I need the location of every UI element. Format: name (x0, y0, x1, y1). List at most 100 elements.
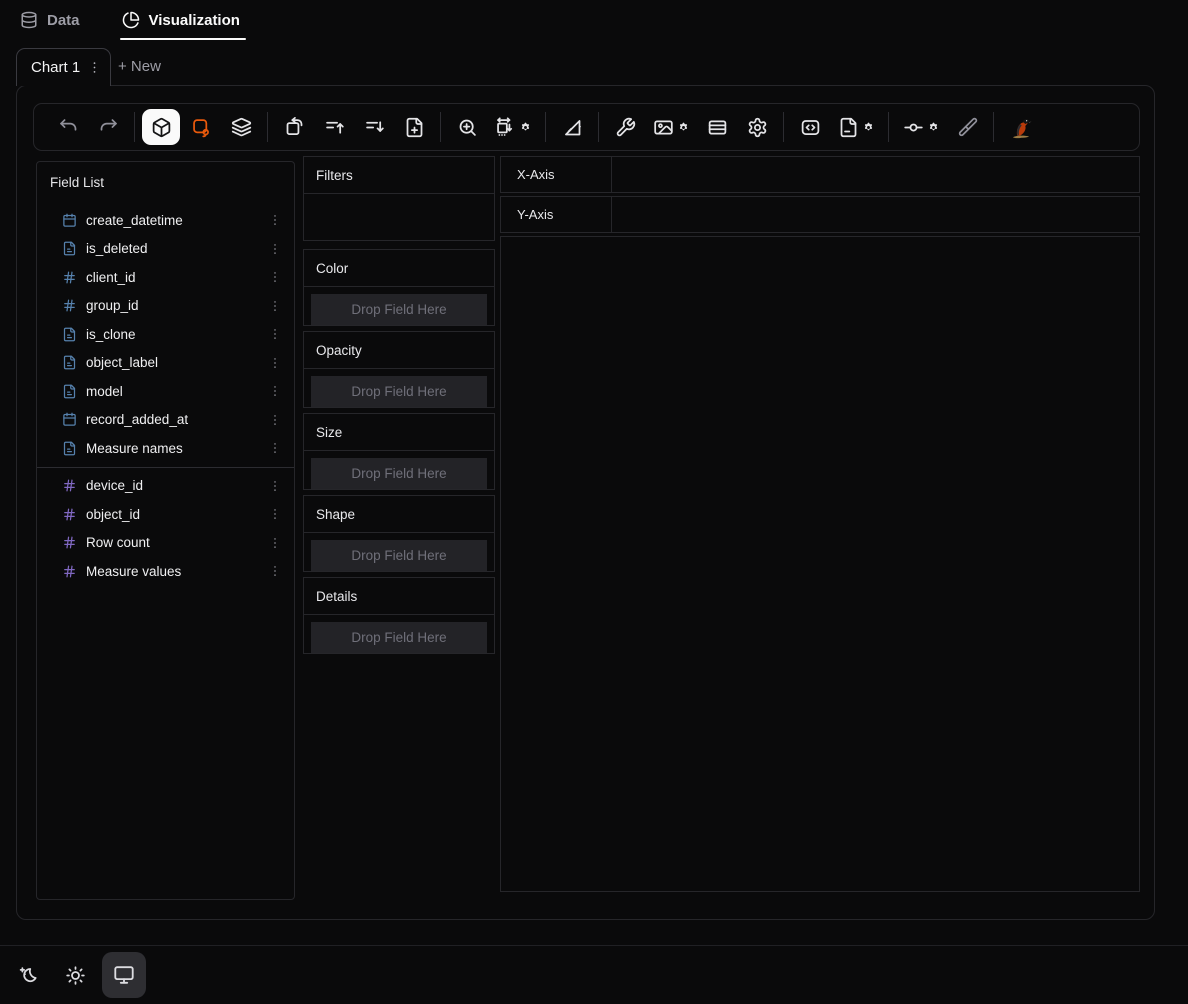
field-menu-button[interactable] (266, 240, 284, 258)
toolbar-button-triangle-ruler[interactable] (553, 109, 591, 145)
calendar-icon (62, 412, 77, 427)
field-label: device_id (86, 478, 143, 493)
toolbar-button-settings-gear[interactable] (738, 109, 776, 145)
toolbar-button-bird-logo[interactable] (1001, 109, 1041, 145)
toolbar-button-cube[interactable] (142, 109, 180, 145)
toolbar-button-code-block[interactable] (791, 109, 829, 145)
theme-button-light[interactable] (55, 955, 95, 995)
toolbar-button-zoom-in[interactable] (448, 109, 486, 145)
field-menu-button[interactable] (266, 411, 284, 429)
y-axis-dropzone[interactable] (612, 197, 1139, 232)
toolbar-button-image[interactable] (646, 109, 696, 145)
x-axis-label: X-Axis (501, 157, 612, 192)
visualization-panel: Field List create_datetimeis_deletedclie… (16, 85, 1155, 920)
field-menu-button[interactable] (266, 325, 284, 343)
hash-icon (62, 478, 77, 493)
paintbrush-icon (957, 117, 978, 138)
toolbar-button-rotate-square[interactable] (275, 109, 313, 145)
toolbar-button-redo[interactable] (89, 109, 127, 145)
theme-button-system[interactable] (102, 952, 146, 998)
field-item-is-clone[interactable]: is_clone (37, 320, 294, 349)
field-label: Measure names (86, 441, 183, 456)
dots-vertical-icon (268, 213, 282, 227)
toolbar-group-7 (786, 109, 886, 145)
x-axis-dropzone[interactable] (612, 157, 1139, 192)
field-menu-button[interactable] (266, 354, 284, 372)
theme-button-dark[interactable] (8, 955, 48, 995)
toolbar-divider (598, 112, 599, 142)
dropzone-opacity[interactable]: Drop Field Here (311, 376, 487, 407)
field-type-icon-wrap (62, 535, 77, 550)
field-item-device-id[interactable]: device_id (37, 472, 294, 501)
code-block-icon (800, 117, 821, 138)
field-item-client-id[interactable]: client_id (37, 263, 294, 292)
field-list-separator (37, 467, 294, 468)
field-menu-button[interactable] (266, 505, 284, 523)
dropzone-shape[interactable]: Drop Field Here (311, 540, 487, 571)
toolbar-button-file-plus[interactable] (395, 109, 433, 145)
field-item-object-id[interactable]: object_id (37, 500, 294, 529)
toolbar-button-lasso-select[interactable] (182, 109, 220, 145)
field-menu-button[interactable] (266, 211, 284, 229)
toolbar-button-layers[interactable] (222, 109, 260, 145)
field-item-record-added-at[interactable]: record_added_at (37, 406, 294, 435)
toolbar-button-wrench[interactable] (606, 109, 644, 145)
new-chart-button[interactable]: + New (112, 48, 167, 85)
dimensions-icon (495, 117, 516, 138)
field-item-model[interactable]: model (37, 377, 294, 406)
layers-icon (231, 117, 252, 138)
toolbar-button-git-commit[interactable] (896, 109, 946, 145)
hash-icon (62, 564, 77, 579)
toolbar-button-sort-ascending[interactable] (315, 109, 353, 145)
field-label: Row count (86, 535, 150, 550)
field-menu-button[interactable] (266, 297, 284, 315)
field-item-measure-names[interactable]: Measure names (37, 434, 294, 463)
toolbar-button-sort-descending[interactable] (355, 109, 393, 145)
dots-vertical-icon (268, 299, 282, 313)
toolbar-group-5 (548, 109, 596, 145)
field-menu-button[interactable] (266, 439, 284, 457)
field-item-object-label[interactable]: object_label (37, 349, 294, 378)
field-menu-button[interactable] (266, 268, 284, 286)
toolbar-divider (267, 112, 268, 142)
field-label: object_label (86, 355, 158, 370)
toolbar-button-dimensions[interactable] (488, 109, 538, 145)
filters-header: Filters (304, 157, 494, 194)
toolbar-button-paintbrush[interactable] (948, 109, 986, 145)
gear-mini-icon (928, 122, 939, 133)
field-type-icon-wrap (62, 241, 77, 256)
toolbar-button-file[interactable] (831, 109, 881, 145)
field-list-items: create_datetime is_deleted client_idgroup_… (37, 206, 294, 586)
chart-canvas[interactable] (500, 236, 1140, 892)
file-icon (838, 117, 859, 138)
hash-icon (62, 535, 77, 550)
field-item-group-id[interactable]: group_id (37, 292, 294, 321)
encoding-section-size: SizeDrop Field Here (303, 413, 495, 490)
theme-switcher (0, 945, 1188, 1004)
tab-visualization-label: Visualization (149, 12, 240, 29)
chart-tab-chart-1[interactable]: Chart 1 (16, 48, 111, 86)
field-menu-button[interactable] (266, 534, 284, 552)
dots-vertical-icon (268, 413, 282, 427)
toolbar-button-table[interactable] (698, 109, 736, 145)
gear-mini-icon (863, 122, 874, 133)
toolbar-group-3 (270, 109, 438, 145)
toolbar-button-undo[interactable] (49, 109, 87, 145)
field-item-is-deleted[interactable]: is_deleted (37, 235, 294, 264)
field-menu-button[interactable] (266, 382, 284, 400)
main-tab-bar: Data Visualization (0, 0, 240, 40)
field-menu-button[interactable] (266, 562, 284, 580)
chart-tab-menu-button[interactable] (87, 60, 102, 75)
dropzone-details[interactable]: Drop Field Here (311, 622, 487, 653)
field-label: is_deleted (86, 241, 148, 256)
tab-data[interactable]: Data (20, 0, 80, 40)
field-item-create-datetime[interactable]: create_datetime (37, 206, 294, 235)
x-axis-shelf: X-Axis (500, 156, 1140, 193)
dots-vertical-icon (268, 479, 282, 493)
field-item-measure-values[interactable]: Measure values (37, 557, 294, 586)
tab-visualization[interactable]: Visualization (122, 0, 240, 40)
dropzone-color[interactable]: Drop Field Here (311, 294, 487, 325)
field-item-row-count[interactable]: Row count (37, 529, 294, 558)
field-menu-button[interactable] (266, 477, 284, 495)
dropzone-size[interactable]: Drop Field Here (311, 458, 487, 489)
